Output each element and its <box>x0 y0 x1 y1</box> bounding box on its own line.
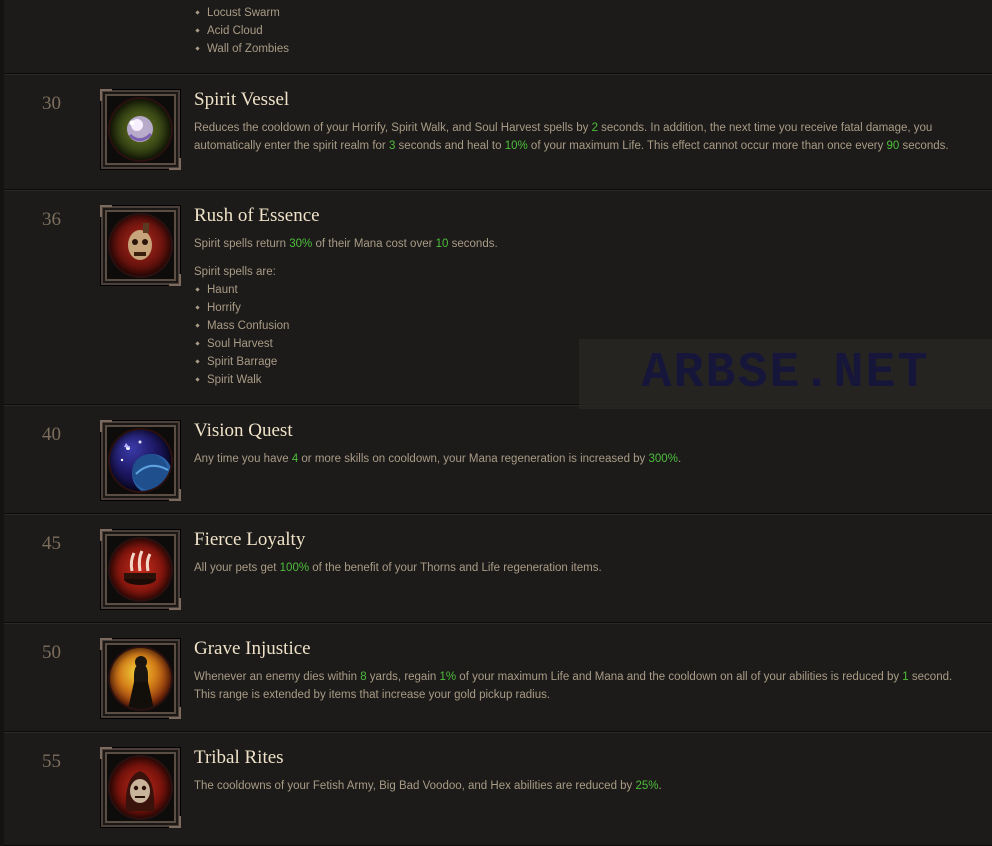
highlight-value: 10% <box>504 140 528 152</box>
skill-row-vision-quest: 40 Vision Quest Any time you have 4 or m… <box>4 405 992 514</box>
skill-icon-frame[interactable] <box>100 529 181 610</box>
rush-of-essence-icon <box>110 215 171 276</box>
description-text: seconds and heal to <box>395 140 505 152</box>
skill-icon-frame[interactable] <box>100 747 181 828</box>
skill-title: Vision Quest <box>194 420 293 441</box>
description-text: . <box>677 453 682 465</box>
skill-row-fierce-loyalty: 45 Fierce Loyalty All your pets get 100%… <box>4 514 992 623</box>
skill-row-spirit-vessel: 30 Spirit Vessel Reduces the cooldown of… <box>4 74 992 190</box>
list-item: Haunt <box>194 281 964 299</box>
description-text: of the benefit of your Thorns and Life r… <box>309 562 602 574</box>
fierce-loyalty-icon <box>110 539 171 600</box>
skill-icon-frame[interactable] <box>100 205 181 286</box>
skill-level: 36 <box>42 209 61 230</box>
skill-title: Fierce Loyalty <box>194 529 306 550</box>
description-text: seconds. <box>448 238 498 250</box>
skill-icon-frame[interactable] <box>100 420 181 501</box>
highlight-value: 25% <box>635 780 659 792</box>
skill-description: Spirit spells return 30% of their Mana c… <box>194 235 964 253</box>
skill-icon-frame[interactable] <box>100 638 181 719</box>
description-text: The cooldowns of your Fetish Army, Big B… <box>194 780 636 792</box>
description-text: of their Mana cost over <box>312 238 436 250</box>
highlight-value: 90 <box>886 140 900 152</box>
skill-title: Tribal Rites <box>194 747 284 768</box>
list-item: Locust Swarm <box>194 4 289 22</box>
list-item: Wall of Zombies <box>194 40 289 58</box>
skill-title: Rush of Essence <box>194 205 320 226</box>
list-item: Horrify <box>194 299 964 317</box>
highlight-value: 10 <box>435 238 449 250</box>
highlight-value: 300% <box>648 453 678 465</box>
description-text: yards, regain <box>366 671 440 683</box>
skill-level: 45 <box>42 533 61 554</box>
skill-description: Reduces the cooldown of your Horrify, Sp… <box>194 119 964 155</box>
skill-level: 50 <box>42 642 61 663</box>
description-text: . <box>658 780 662 792</box>
list-item: Acid Cloud <box>194 22 289 40</box>
watermark: ARBSE.NET <box>579 339 992 409</box>
description-text: of your maximum Life and Mana and the co… <box>456 671 903 683</box>
description-text: Reduces the cooldown of your Horrify, Sp… <box>194 122 592 134</box>
description-text: Whenever an enemy dies within <box>194 671 361 683</box>
skill-row-grave-injustice: 50 Grave Injustice Whenever an enemy die… <box>4 623 992 732</box>
spirit-spells-label: Spirit spells are: <box>194 266 276 278</box>
description-text: seconds. <box>899 140 949 152</box>
skill-description: The cooldowns of your Fetish Army, Big B… <box>194 777 964 795</box>
skill-title: Spirit Vessel <box>194 89 290 110</box>
description-text: of your maximum Life. This effect cannot… <box>527 140 887 152</box>
skill-description: Any time you have 4 or more skills on co… <box>194 450 964 468</box>
description-text: Any time you have <box>194 453 292 465</box>
skill-level: 30 <box>42 93 61 114</box>
skill-description: All your pets get 100% of the benefit of… <box>194 559 964 577</box>
description-text: or more skills on cooldown, your Mana re… <box>298 453 649 465</box>
spirit-vessel-icon <box>110 99 171 160</box>
skill-level: 55 <box>42 751 61 772</box>
description-text: Spirit spells return <box>194 238 290 250</box>
description-text: All your pets get <box>194 562 280 574</box>
skill-description: Whenever an enemy dies within 8 yards, r… <box>194 668 964 704</box>
skill-icon-frame[interactable] <box>100 89 181 170</box>
partial-skill-list: Locust Swarm Acid Cloud Wall of Zombies <box>194 4 289 58</box>
skill-row-tribal-rites: 55 Tribal Rites The cooldowns of your Fe… <box>4 732 992 846</box>
grave-injustice-icon <box>110 648 171 709</box>
skill-title: Grave Injustice <box>194 638 311 659</box>
highlight-value: 100% <box>279 562 310 574</box>
skill-level: 40 <box>42 424 61 445</box>
tribal-rites-icon <box>110 757 171 818</box>
vision-quest-icon <box>110 430 171 491</box>
skill-list: Locust Swarm Acid Cloud Wall of Zombies … <box>4 0 992 846</box>
skill-row-partial: Locust Swarm Acid Cloud Wall of Zombies <box>4 0 992 74</box>
list-item: Mass Confusion <box>194 317 964 335</box>
highlight-value: 1% <box>439 671 457 683</box>
highlight-value: 30% <box>289 238 313 250</box>
